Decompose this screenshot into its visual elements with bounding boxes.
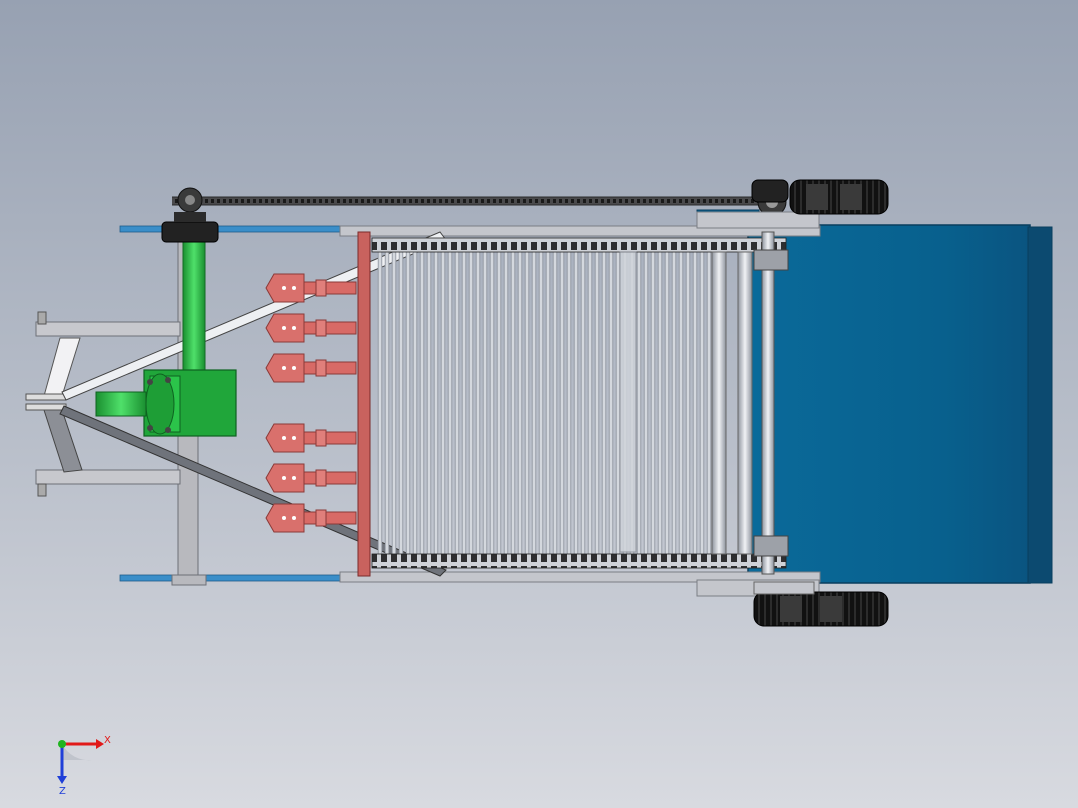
- conveyor-rod: [566, 251, 572, 555]
- cad-model-view[interactable]: X Z: [0, 0, 1078, 808]
- conveyor-rod: [524, 251, 530, 555]
- conveyor-rod: [643, 251, 649, 555]
- conveyor-rod: [426, 251, 432, 555]
- conveyor-rod: [412, 251, 418, 555]
- conveyor-rod: [384, 251, 390, 555]
- conveyor-rod: [468, 251, 474, 555]
- conveyor-rod: [377, 251, 383, 555]
- digging-blade: [265, 313, 357, 343]
- conveyor-bed: [377, 251, 712, 555]
- conveyor-rod: [664, 251, 670, 555]
- digging-blades: [265, 273, 357, 533]
- conveyor-rod: [391, 251, 397, 555]
- conveyor-rod: [552, 251, 558, 555]
- conveyor-rod: [419, 251, 425, 555]
- coordinate-triad: X Z: [57, 735, 111, 797]
- graphics-viewport[interactable]: X Z: [0, 0, 1078, 808]
- conveyor-rod: [692, 251, 698, 555]
- conveyor-rod: [608, 251, 614, 555]
- digging-blade: [265, 463, 357, 493]
- conveyor-rod: [559, 251, 565, 555]
- digging-blade: [265, 353, 357, 383]
- conveyor-rod: [496, 251, 502, 555]
- conveyor-rod: [671, 251, 677, 555]
- conveyor-rod: [636, 251, 642, 555]
- conveyor-rod: [699, 251, 705, 555]
- conveyor-rod: [545, 251, 551, 555]
- conveyor-rod: [706, 251, 712, 555]
- conveyor-rod: [503, 251, 509, 555]
- conveyor-rod: [433, 251, 439, 555]
- conveyor-rod: [594, 251, 600, 555]
- conveyor-rod: [405, 251, 411, 555]
- conveyor-rod: [538, 251, 544, 555]
- front-crossbar: [357, 231, 371, 577]
- conveyor-rod: [685, 251, 691, 555]
- conveyor-rod: [461, 251, 467, 555]
- conveyor-rod: [573, 251, 579, 555]
- z-axis-label: Z: [59, 786, 66, 797]
- conveyor-rod: [657, 251, 663, 555]
- conveyor-rod: [531, 251, 537, 555]
- top-drive-chain: [172, 187, 787, 217]
- conveyor-rod: [587, 251, 593, 555]
- wheel-bottom: [753, 581, 889, 627]
- x-axis-label: X: [104, 735, 111, 746]
- conveyor-rod: [601, 251, 607, 555]
- conveyor-rod: [510, 251, 516, 555]
- conveyor-rod: [447, 251, 453, 555]
- conveyor-rod: [440, 251, 446, 555]
- conveyor-rod: [398, 251, 404, 555]
- conveyor-rod: [454, 251, 460, 555]
- conveyor-rod: [580, 251, 586, 555]
- digging-blade: [265, 423, 357, 453]
- conveyor-rod: [482, 251, 488, 555]
- conveyor-rod: [489, 251, 495, 555]
- conveyor-rod: [678, 251, 684, 555]
- conveyor-rod: [650, 251, 656, 555]
- conveyor-rod: [517, 251, 523, 555]
- conveyor-rod: [615, 251, 621, 555]
- conveyor-rod: [475, 251, 481, 555]
- y-axis-dot: [58, 740, 66, 748]
